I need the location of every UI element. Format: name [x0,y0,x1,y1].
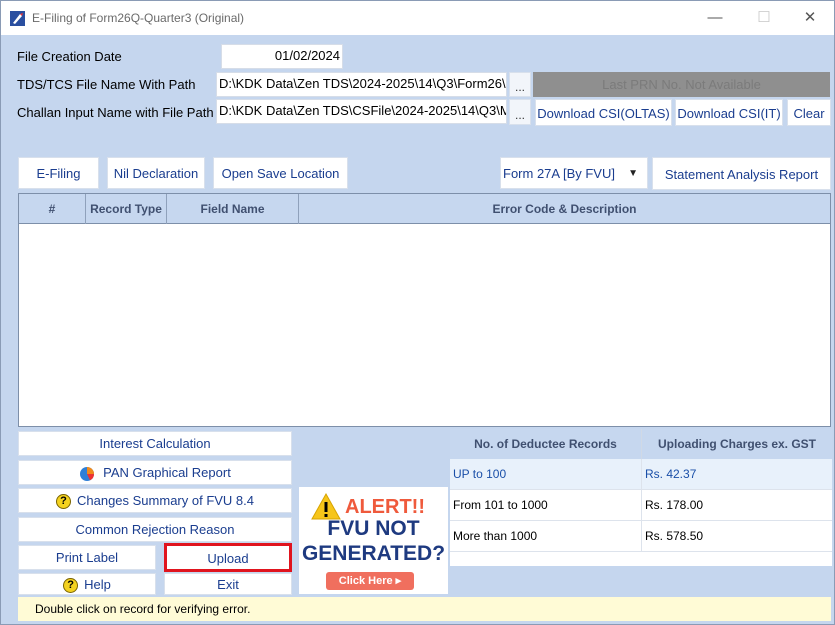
charges-amount-cell: Rs. 42.37 [645,467,697,481]
dropdown-arrow-icon: ▼ [628,168,638,179]
question-icon: ? [55,494,71,510]
file-creation-date-label: File Creation Date [17,49,122,64]
interest-calculation-button[interactable]: Interest Calculation [18,431,292,456]
table-row[interactable]: More than 1000 Rs. 578.50 [450,521,832,552]
charges-range-cell: More than 1000 [450,521,642,552]
exit-button[interactable]: Exit [164,573,292,595]
file-creation-date-field[interactable]: 01/02/2024 [221,44,343,69]
window-title: E-Filing of Form26Q-Quarter3 (Original) [32,11,245,25]
table-row[interactable]: UP to 100 Rs. 42.37 [450,459,832,490]
error-grid[interactable]: # Record Type Field Name Error Code & De… [18,193,831,427]
charges-range-cell: UP to 100 [450,459,642,490]
help-label: Help [84,577,111,592]
fvu-not-text: FVU NOT [327,517,420,540]
efiling-button[interactable]: E-Filing [18,157,99,189]
browse-tds-file-button[interactable]: ... [509,72,531,97]
pan-graphical-report-label: PAN Graphical Report [103,465,231,480]
charges-col-amount: Uploading Charges ex. GST [642,429,832,459]
pan-graphical-report-button[interactable]: PAN Graphical Report [18,460,292,485]
common-rejection-reason-button[interactable]: Common Rejection Reason [18,517,292,542]
tds-file-path-field[interactable]: D:\KDK Data\Zen TDS\2024-2025\14\Q3\Form… [216,72,507,97]
nil-declaration-button[interactable]: Nil Declaration [107,157,205,189]
fvu-alert-banner[interactable]: ALERT!! FVU NOT GENERATED? Click Here ▸ [299,487,448,594]
form-type-select-value: Form 27A [By FVU] [503,166,615,181]
challan-path-field[interactable]: D:\KDK Data\Zen TDS\CSFile\2024-2025\14\… [216,99,507,124]
print-label-button[interactable]: Print Label [18,545,156,570]
changes-summary-button[interactable]: ? Changes Summary of FVU 8.4 [18,488,292,513]
efiling-window: E-Filing of Form26Q-Quarter3 (Original) … [0,0,835,625]
status-bar: Double click on record for verifying err… [18,597,831,621]
grid-col-error-description[interactable]: Error Code & Description [299,194,830,224]
form-type-select[interactable]: Form 27A [By FVU] ▼ [500,157,648,189]
changes-summary-label: Changes Summary of FVU 8.4 [76,493,255,508]
grid-col-record-type[interactable]: Record Type [86,194,167,224]
title-bar: E-Filing of Form26Q-Quarter3 (Original) … [1,1,834,35]
tds-file-label: TDS/TCS File Name With Path [17,77,196,92]
uploading-charges-table: No. of Deductee Records Uploading Charge… [450,429,832,566]
grid-col-index[interactable]: # [19,194,86,224]
warning-triangle-icon [311,493,341,520]
maximize-button[interactable]: ☐ [753,7,775,29]
click-here-button[interactable]: Click Here ▸ [326,572,414,590]
generated-text: GENERATED? [301,542,446,565]
upload-button[interactable]: Upload [164,543,292,572]
error-grid-header: # Record Type Field Name Error Code & De… [19,194,830,224]
close-button[interactable]: ✕ [799,7,821,29]
last-prn-display: Last PRN No. Not Available [533,72,830,97]
charges-amount-cell: Rs. 178.00 [645,498,704,512]
pie-chart-icon [80,466,95,481]
clear-button[interactable]: Clear [787,99,831,126]
charges-amount-cell: Rs. 578.50 [645,529,704,543]
open-save-location-button[interactable]: Open Save Location [213,157,348,189]
challan-input-label: Challan Input Name with File Path [17,105,214,120]
question-icon: ? [63,578,79,594]
grid-col-field-name[interactable]: Field Name [167,194,299,224]
statement-analysis-report-button[interactable]: Statement Analysis Report [652,157,831,190]
table-row[interactable]: From 101 to 1000 Rs. 178.00 [450,490,832,521]
form-edit-icon [10,11,25,26]
alert-text: ALERT!! [345,496,425,518]
charges-col-records: No. of Deductee Records [450,429,642,459]
minimize-button[interactable]: — [704,7,726,29]
help-button[interactable]: ? Help [18,573,156,595]
charges-range-cell: From 101 to 1000 [450,490,642,521]
download-csi-oltas-button[interactable]: Download CSI(OLTAS) [535,99,672,126]
download-csi-it-button[interactable]: Download CSI(IT) [675,99,783,126]
browse-challan-button[interactable]: ... [509,99,531,125]
